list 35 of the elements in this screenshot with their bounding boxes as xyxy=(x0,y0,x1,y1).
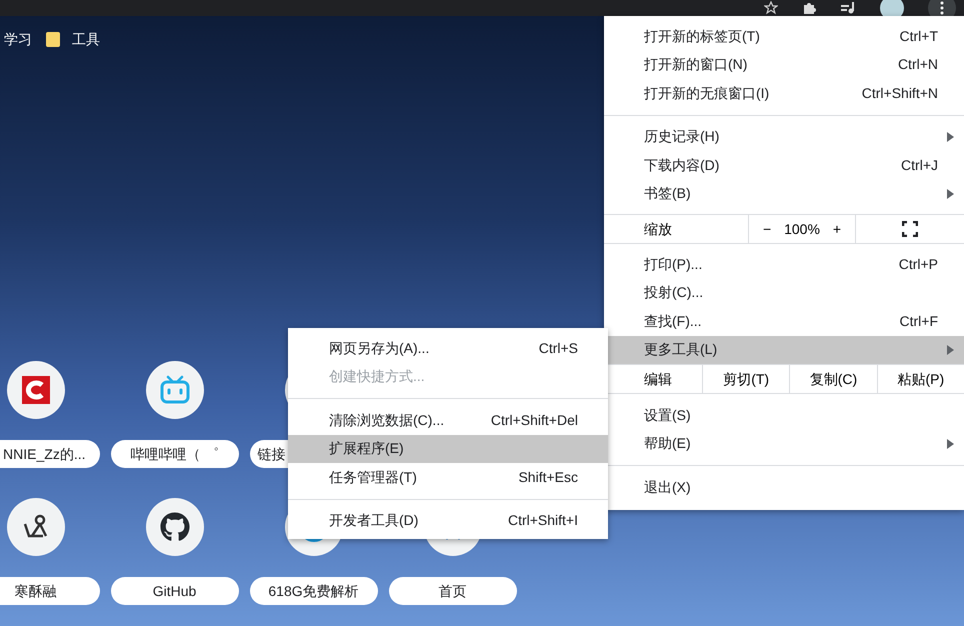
zoom-in-button[interactable]: + xyxy=(832,218,841,240)
menu-item[interactable]: 打开新的无痕窗口(I) Ctrl+Shift+N xyxy=(604,79,964,108)
menu-item[interactable]: 打开新的标签页(T) Ctrl+T xyxy=(604,22,964,50)
menu-item[interactable]: 打开新的窗口(N) Ctrl+N xyxy=(604,50,964,79)
shortcut-label[interactable]: GitHub xyxy=(110,577,238,605)
zoom-out-button[interactable]: − xyxy=(763,218,772,240)
letter-c-logo-icon xyxy=(22,376,50,404)
bookmark[interactable]: 学习 xyxy=(4,28,32,50)
puzzle-icon[interactable] xyxy=(802,1,816,15)
menu-item[interactable]: 开发者工具(D) Ctrl+Shift+I xyxy=(288,506,608,535)
edit-button[interactable]: 粘贴(P) xyxy=(876,365,964,393)
shortcut-label[interactable]: 首页 xyxy=(388,577,516,605)
bookmark[interactable]: 工具 xyxy=(46,28,100,50)
fullscreen-icon[interactable] xyxy=(902,221,918,237)
zoom-value: 100% xyxy=(784,220,820,238)
edit-button[interactable]: 剪切(T) xyxy=(702,365,790,393)
menu-item[interactable]: 查找(F)... Ctrl+F xyxy=(604,307,964,336)
shortcut-label[interactable]: 618G免费解析 xyxy=(250,577,378,605)
tv-face-icon xyxy=(158,375,190,405)
kebab-icon xyxy=(940,1,944,15)
edit-button[interactable]: 复制(C) xyxy=(789,365,877,393)
octocat-icon xyxy=(160,512,190,542)
menu-label: 编辑 xyxy=(643,370,673,388)
menu-item[interactable]: 历史记录(H) xyxy=(604,122,964,151)
music-note-icon[interactable] xyxy=(840,1,856,15)
menu-item[interactable]: 书签(B) xyxy=(604,180,964,208)
star-icon[interactable] xyxy=(764,1,778,15)
menu-label: 缩放 xyxy=(643,220,673,238)
menu-item[interactable]: 下载内容(D) Ctrl+J xyxy=(604,151,964,180)
menu-item[interactable]: 打印(P)... Ctrl+P xyxy=(604,250,964,278)
shortcut-label[interactable]: 哔哩哔哩（ ゜ xyxy=(110,440,238,468)
menu-item[interactable]: 投射(C)... xyxy=(604,278,964,307)
menu-item[interactable]: 扩展程序(E) xyxy=(288,434,608,463)
shortcut-label[interactable]: NNIE_Zz的... xyxy=(0,440,100,468)
shortcut-label[interactable]: 寒酥融 xyxy=(0,577,100,605)
